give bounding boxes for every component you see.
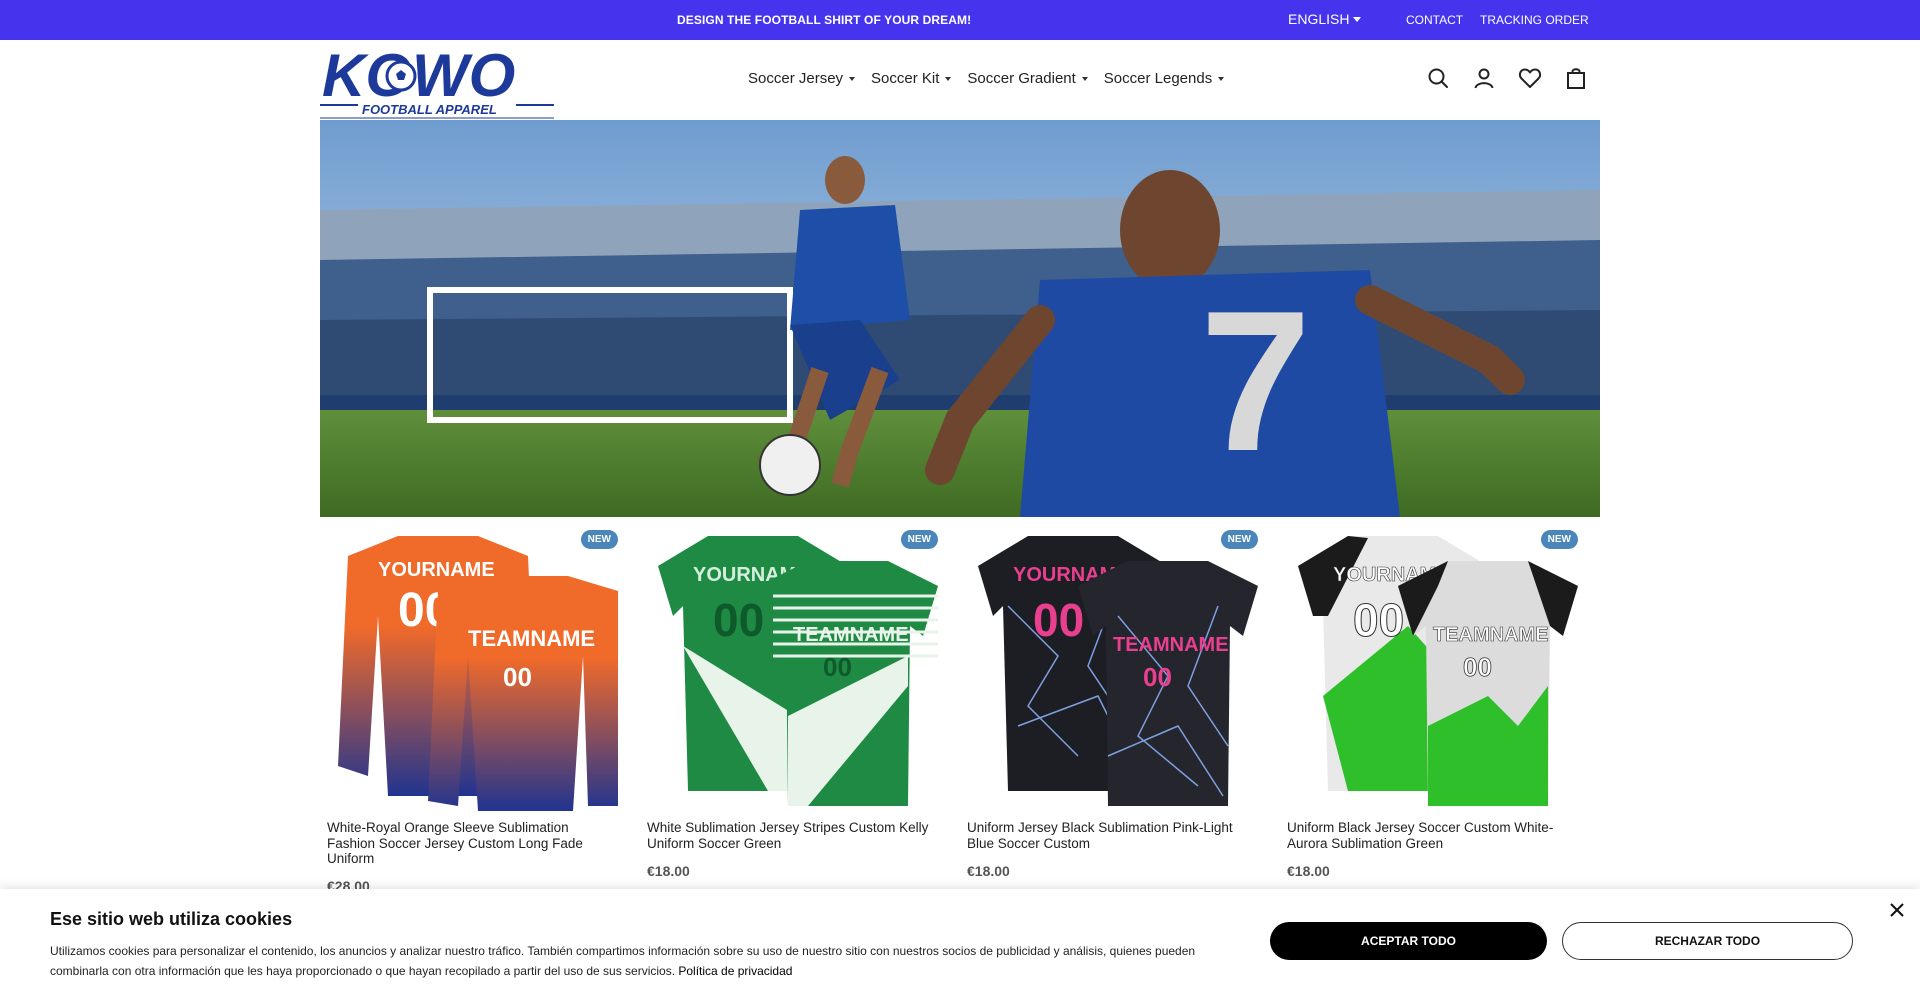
product-image: YOURNAME 00 TEAMNAME 00 [978,536,1258,806]
svg-text:TEAMNAME: TEAMNAME [1433,624,1549,646]
announcement-bar: DESIGN THE FOOTBALL SHIRT OF YOUR DREAM!… [0,0,1920,40]
svg-text:TEAMNAME: TEAMNAME [468,626,595,651]
nav-soccer-jersey[interactable]: Soccer Jersey [748,70,856,87]
nav-label: Soccer Jersey [748,70,844,87]
svg-text:TEAMNAME: TEAMNAME [793,624,909,646]
new-badge: NEW [1220,530,1258,549]
shopping-bag-icon[interactable] [1564,66,1588,90]
product-grid: YOURNAME 00 TEAMNAME 00 NEW White-Royal … [320,526,1600,906]
product-price: €18.00 [647,863,690,879]
product-card[interactable]: YOURNAME 00 TEAMNAME 00 NEW White-Royal … [320,526,640,906]
nav-soccer-kit[interactable]: Soccer Kit [871,70,952,87]
svg-text:YOURNAME: YOURNAME [378,559,495,581]
promo-text: DESIGN THE FOOTBALL SHIRT OF YOUR DREAM! [677,13,972,27]
nav-soccer-legends[interactable]: Soccer Legends [1103,70,1225,87]
cookie-text-block: Utilizamos cookies para personalizar el … [50,941,1230,981]
product-image: YOURNAME 00 TEAMNAME 00 [338,536,618,811]
new-badge: NEW [580,530,618,549]
search-icon[interactable] [1426,66,1450,90]
accept-all-button[interactable]: ACEPTAR TODO [1270,922,1547,960]
reject-all-button[interactable]: RECHAZAR TODO [1562,922,1853,960]
product-title[interactable]: White-Royal Orange Sleeve Sublimation Fa… [327,820,617,867]
heart-icon[interactable] [1518,66,1542,90]
language-selector[interactable]: ENGLISH [1288,11,1362,27]
chevron-down-icon [1218,76,1225,81]
hero-image: 7 [320,120,1600,517]
product-card[interactable]: YOURNAME 00 TEAMNAME 00 NEW Uniform Blac… [1280,526,1600,906]
hero-banner[interactable]: 7 [320,120,1600,517]
chevron-down-icon [945,76,952,81]
chevron-down-icon [849,76,856,81]
product-price: €18.00 [967,863,1010,879]
product-price: €18.00 [1287,863,1330,879]
chevron-down-icon [1081,76,1088,81]
svg-text:00: 00 [1033,594,1084,646]
contact-link[interactable]: CONTACT [1406,13,1463,27]
svg-text:TEAMNAME: TEAMNAME [1113,634,1229,656]
nav-label: Soccer Kit [871,70,940,87]
privacy-policy-link[interactable]: Política de privacidad [678,964,792,978]
brand-logo[interactable]: KOWO FOOTBALL APPAREL [320,42,554,122]
svg-text:7: 7 [1200,270,1311,493]
product-card[interactable]: YOURNAME 00 TEAMNAME 00 NEW White Sublim… [640,526,960,906]
svg-text:00: 00 [713,594,764,646]
nav-soccer-gradient[interactable]: Soccer Gradient [967,70,1088,87]
chevron-down-icon [1353,16,1362,22]
close-icon[interactable] [1888,901,1906,919]
svg-text:00: 00 [823,652,852,682]
product-image: YOURNAME 00 TEAMNAME 00 [1298,536,1578,806]
user-icon[interactable] [1472,66,1496,90]
svg-text:00: 00 [1143,662,1172,692]
logo-tagline: FOOTBALL APPAREL [362,102,497,117]
svg-text:00: 00 [1463,652,1492,682]
main-nav: Soccer Jersey Soccer Kit Soccer Gradient… [748,70,1225,87]
product-title[interactable]: Uniform Jersey Black Sublimation Pink-Li… [967,820,1257,851]
nav-label: Soccer Gradient [967,70,1076,87]
svg-text:00: 00 [1353,594,1404,646]
nav-label: Soccer Legends [1103,70,1213,87]
svg-text:00: 00 [503,662,532,692]
product-card[interactable]: YOURNAME 00 TEAMNAME 00 NEW Uniform Jers… [960,526,1280,906]
product-title[interactable]: White Sublimation Jersey Stripes Custom … [647,820,937,851]
cookie-description: Utilizamos cookies para personalizar el … [50,944,1196,978]
cookie-title: Ese sitio web utiliza cookies [50,909,293,929]
product-image: YOURNAME 00 TEAMNAME 00 [658,536,938,806]
new-badge: NEW [1540,530,1578,549]
kowo-logo-graphic: KOWO FOOTBALL APPAREL [320,42,554,119]
new-badge: NEW [900,530,938,549]
header-actions [1426,66,1588,90]
tracking-order-link[interactable]: TRACKING ORDER [1480,13,1589,27]
product-title[interactable]: Uniform Black Jersey Soccer Custom White… [1287,820,1577,851]
logo-wordmark: KOWO [322,44,515,109]
cookie-banner: Ese sitio web utiliza cookies Utilizamos… [0,889,1920,993]
language-label: ENGLISH [1288,11,1350,27]
